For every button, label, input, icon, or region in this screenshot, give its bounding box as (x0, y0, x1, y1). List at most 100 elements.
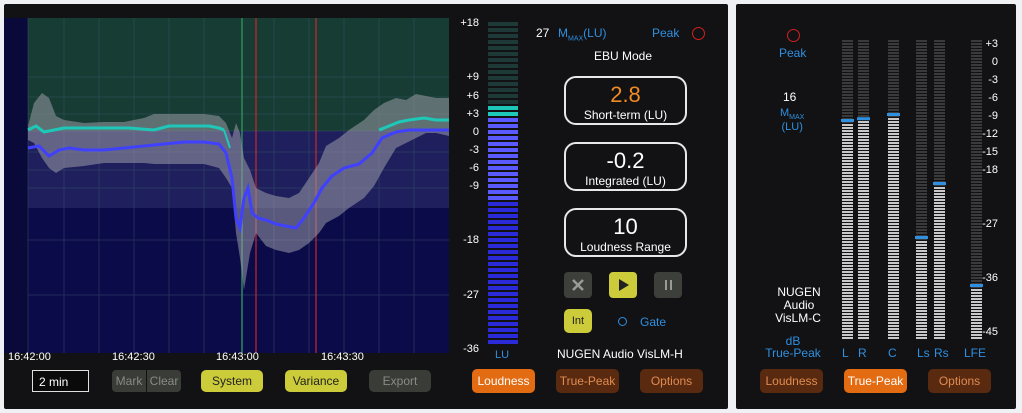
peak-indicator-icon[interactable] (692, 27, 705, 40)
meter-segment (842, 88, 853, 90)
meter-segment (842, 79, 853, 81)
lu-meter-segment (488, 340, 518, 344)
meter-segment (858, 154, 869, 156)
meter-segment (916, 127, 927, 129)
meter-segment (842, 106, 853, 108)
meter-segment (858, 190, 869, 192)
meter-segment (916, 319, 927, 321)
meter-segment (971, 238, 982, 240)
meter-segment (916, 70, 927, 72)
variance-button[interactable]: Variance (285, 370, 347, 392)
meter-segment (858, 268, 869, 270)
meter-segment (934, 124, 945, 126)
meter-segment (971, 256, 982, 258)
meter-segment (971, 187, 982, 189)
play-button[interactable] (609, 272, 637, 298)
tab-true-peak[interactable]: True-Peak (556, 369, 619, 393)
tab-loudness[interactable]: Loudness (472, 369, 535, 393)
meter-segment (916, 67, 927, 69)
lu-meter-segment (488, 112, 518, 116)
meter-segment (888, 319, 899, 321)
db-tick: -27 (982, 218, 998, 230)
meter-segment (858, 259, 869, 261)
tab-true-peak[interactable]: True-Peak (844, 369, 907, 393)
meter-segment (858, 196, 869, 198)
meter-segment (842, 304, 853, 306)
time-window-select[interactable]: 2 min (32, 370, 89, 392)
meter-segment (858, 271, 869, 273)
meter-segment (916, 106, 927, 108)
meter-segment (934, 316, 945, 318)
meter-segment (916, 223, 927, 225)
meter-segment (858, 139, 869, 141)
meter-segment (916, 43, 927, 45)
meter-segment (888, 58, 899, 60)
integrated-readout: -0.2 Integrated (LU) (564, 142, 687, 191)
lu-meter-segment (488, 148, 518, 152)
meter-segment (934, 52, 945, 54)
meter-segment (842, 82, 853, 84)
export-button[interactable]: Export (369, 370, 431, 392)
reset-button[interactable] (564, 272, 592, 298)
meter-segment (971, 304, 982, 306)
meter-segment (916, 181, 927, 183)
clear-button[interactable]: Clear (147, 370, 181, 392)
meter-segment (916, 124, 927, 126)
peak-indicator-icon[interactable] (787, 29, 800, 42)
meter-segment (916, 172, 927, 174)
tab-loudness[interactable]: Loudness (760, 369, 823, 393)
meter-segment (971, 247, 982, 249)
gate-radio-icon[interactable] (618, 317, 627, 326)
channel-label: C (888, 346, 897, 360)
meter-segment (888, 262, 899, 264)
meter-segment (858, 163, 869, 165)
meter-segment (934, 238, 945, 240)
meter-segment (934, 220, 945, 222)
meter-segment (971, 205, 982, 207)
meter-segment (842, 64, 853, 66)
meter-segment (916, 82, 927, 84)
meter-segment (934, 112, 945, 114)
lu-meter-label: LU (495, 349, 510, 361)
loudness-range-value: 10 (613, 214, 638, 239)
integrated-label: Integrated (LU) (585, 174, 666, 188)
lu-tick: -9 (469, 180, 479, 192)
meter-segment (934, 151, 945, 153)
time-label: 16:43:30 (321, 351, 364, 363)
time-label: 16:43:00 (216, 351, 259, 363)
meter-segment (934, 322, 945, 324)
meter-segment (858, 133, 869, 135)
db-tick: -3 (988, 74, 998, 86)
meter-segment (934, 265, 945, 267)
meter-segment (934, 277, 945, 279)
meter-segment (916, 289, 927, 291)
tab-options[interactable]: Options (640, 369, 703, 393)
meter-segment (842, 142, 853, 144)
int-toggle-button[interactable]: Int (564, 309, 592, 333)
loudness-range-readout: 10 Loudness Range (564, 208, 687, 257)
lu-meter-segment (488, 82, 518, 86)
short-term-value: 2.8 (610, 82, 641, 107)
system-button[interactable]: System (201, 370, 263, 392)
meter-segment (858, 124, 869, 126)
meter-segment (888, 301, 899, 303)
meter-segment (842, 49, 853, 51)
meter-segment (934, 79, 945, 81)
meter-segment (916, 121, 927, 123)
gate-label[interactable]: Gate (640, 315, 666, 329)
meter-segment (842, 238, 853, 240)
meter-segment (934, 145, 945, 147)
lu-tick: +6 (466, 90, 479, 102)
meter-segment (934, 130, 945, 132)
lu-meter-segment (488, 52, 518, 56)
pause-button[interactable] (654, 272, 682, 298)
meter-segment (858, 103, 869, 105)
integrated-value: -0.2 (606, 148, 645, 173)
meter-segment (916, 199, 927, 201)
mark-button[interactable]: Mark (112, 370, 146, 392)
lu-meter-segment (488, 64, 518, 68)
tab-options[interactable]: Options (928, 369, 991, 393)
meter-segment (916, 205, 927, 207)
peak-hold-marker (857, 117, 870, 121)
meter-segment (858, 64, 869, 66)
